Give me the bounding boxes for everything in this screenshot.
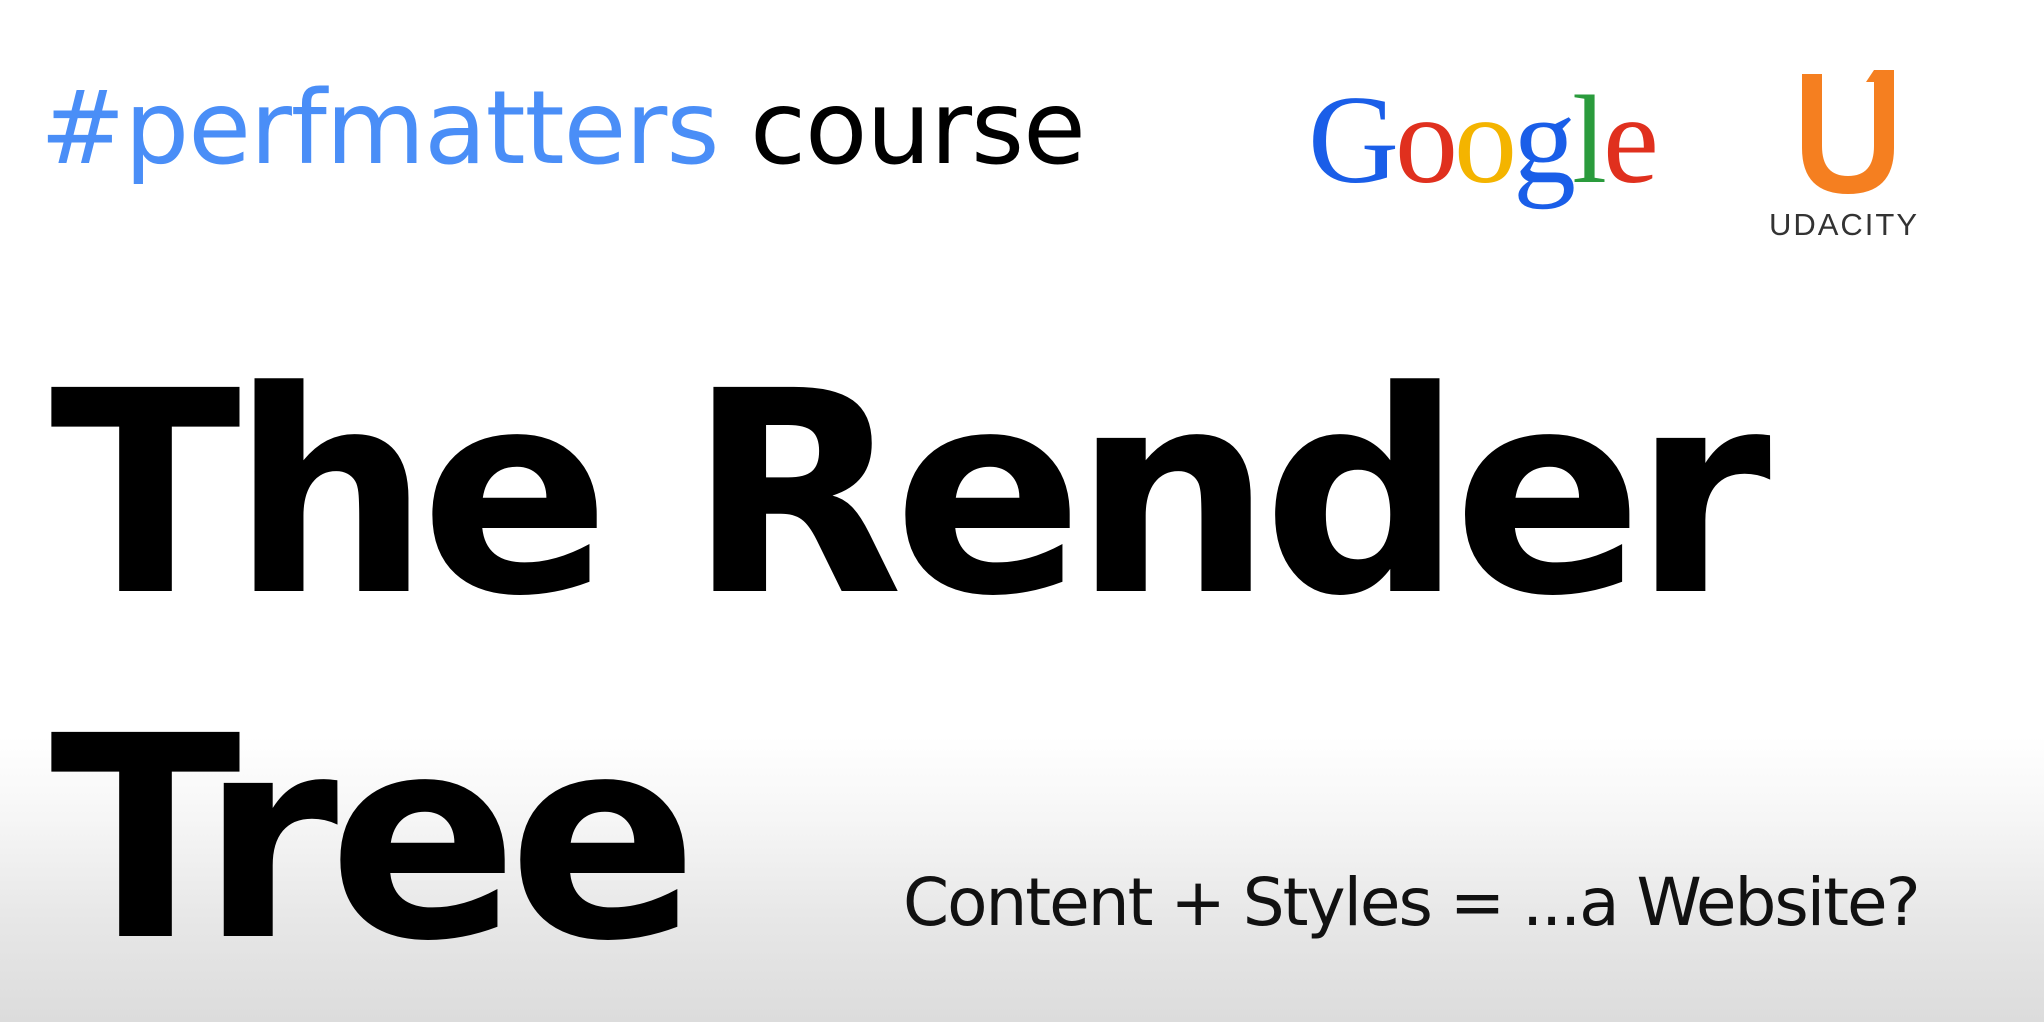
- udacity-logo: UDACITY: [1760, 64, 1920, 254]
- slide-subtitle: Content + Styles = ...a Website?: [903, 864, 1921, 941]
- course-header: #perfmatters course: [40, 78, 1086, 180]
- google-letter-g1: G: [1308, 71, 1399, 210]
- slide-title-line-1: The Render: [50, 332, 1771, 658]
- hashtag-text: #perfmatters: [40, 69, 719, 188]
- google-letter-l: l: [1572, 71, 1607, 210]
- google-letter-o2: o: [1454, 71, 1517, 210]
- slide: #perfmatters course Google UDACITY The R…: [0, 0, 2044, 1022]
- google-letter-e: e: [1603, 71, 1659, 210]
- google-letter-g2: g: [1513, 71, 1576, 210]
- udacity-wordmark: UDACITY: [1768, 207, 1920, 242]
- google-letter-o1: o: [1395, 71, 1458, 210]
- course-label: course: [749, 69, 1086, 188]
- udacity-u-icon: [1802, 70, 1894, 194]
- google-logo: Google: [1308, 71, 1659, 210]
- slide-title-line-2: Tree: [50, 677, 698, 1003]
